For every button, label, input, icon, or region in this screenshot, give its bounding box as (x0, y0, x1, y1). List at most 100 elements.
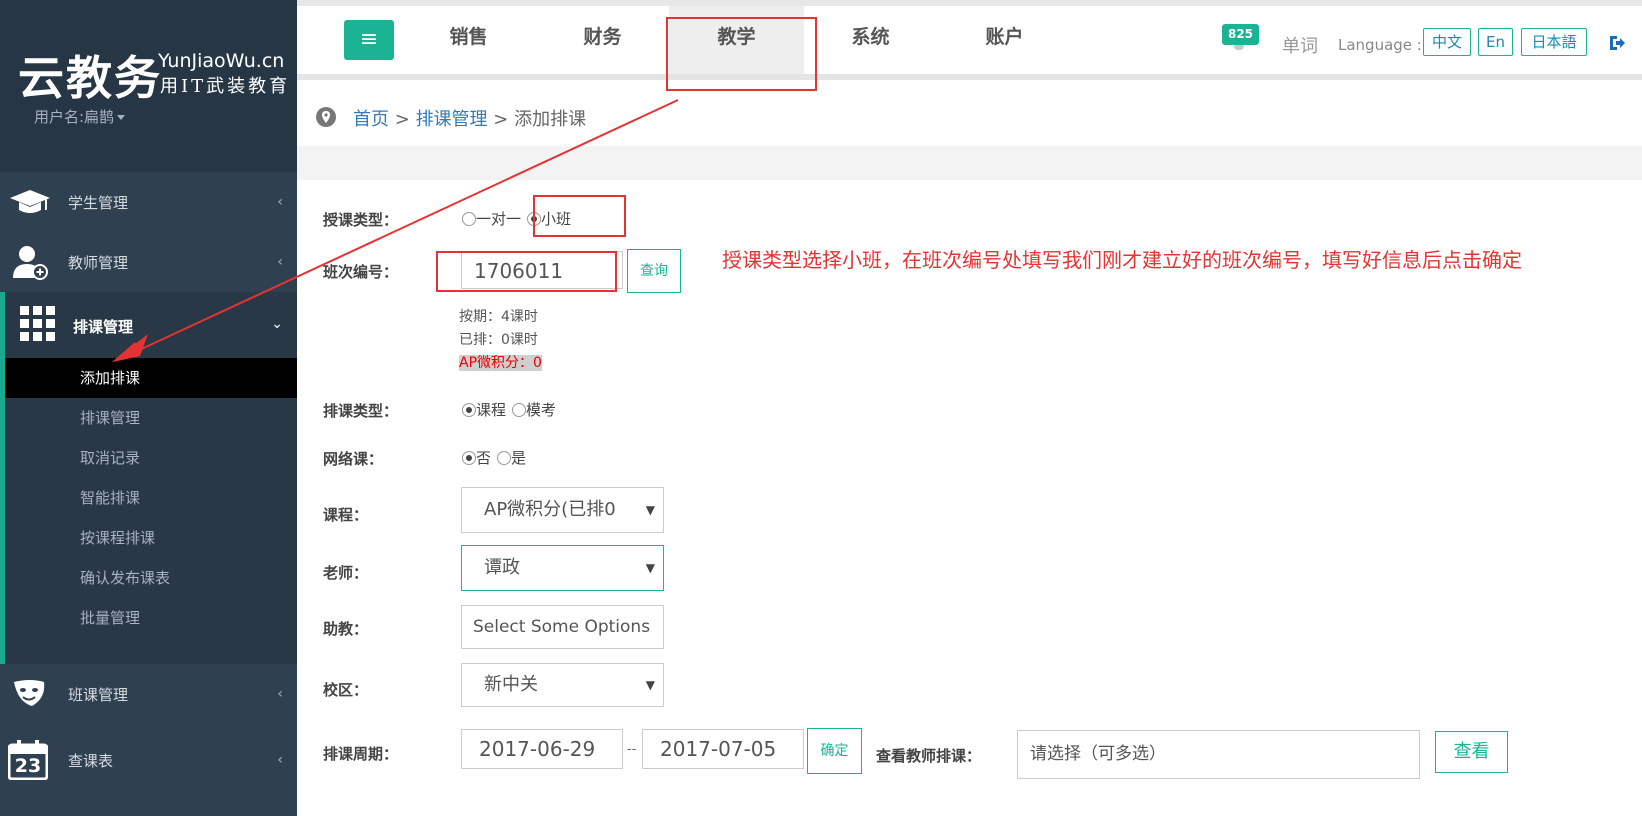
chevron-left-icon: ‹ (277, 254, 283, 270)
assistant-label: 助教： (323, 620, 369, 638)
submenu-add-schedule[interactable]: 添加排课 (5, 358, 297, 398)
view-teacher-multiselect[interactable]: 请选择（可多选） (1017, 730, 1420, 779)
radio-online-no[interactable] (462, 451, 476, 465)
logout-icon[interactable] (1608, 34, 1626, 52)
highlight-box-small-class (533, 195, 626, 237)
radio-mock-exam[interactable] (512, 403, 527, 417)
online-radio-group: 否是 (462, 447, 532, 468)
brand-domain: YunJiaoWu.cn (158, 50, 285, 72)
calendar-day: 23 (14, 755, 42, 777)
breadcrumb-separator: > (493, 109, 509, 130)
period-label: 排课周期： (323, 745, 399, 763)
sidebar-item-label: 教师管理 (68, 254, 129, 272)
view-button[interactable]: 查看 (1435, 731, 1508, 773)
notification-icon[interactable] (1234, 45, 1244, 50)
start-date-input[interactable]: 2017-06-29 (461, 729, 623, 769)
hamburger-icon: ≡ (359, 27, 379, 52)
highlight-box-teaching-tab (666, 17, 817, 91)
brand-slogan: 用IT武装教育 (160, 76, 291, 97)
view-teacher-label: 查看教师排课： (876, 747, 982, 765)
language-label: Language : (1338, 36, 1422, 54)
assistant-multiselect[interactable]: Select Some Options (461, 605, 664, 649)
brand-logo-text: 云教务 (18, 51, 162, 105)
dropdown-arrow-icon: ▼ (645, 503, 655, 517)
breadcrumb-bar: 首页 > 排课管理 > 添加排课 (297, 86, 1642, 146)
breadcrumb-home-link[interactable]: 首页 (353, 109, 389, 130)
notification-badge[interactable]: 825 (1222, 24, 1259, 45)
sidebar-item-label: 排课管理 (73, 318, 134, 336)
sidebar-item-timetable[interactable]: 23 查课表 ‹ (0, 730, 297, 790)
grid-icon (20, 306, 55, 341)
class-no-label: 班次编号： (323, 263, 399, 281)
lang-english-button[interactable]: En (1478, 28, 1513, 56)
breadcrumb-separator: > (394, 109, 410, 130)
online-label: 网络课： (323, 450, 384, 468)
radio-online-yes[interactable] (497, 451, 512, 465)
schedule-type-label: 排课类型： (323, 402, 399, 420)
teach-type-label: 授课类型： (323, 211, 399, 229)
tab-system[interactable]: 系统 (803, 6, 938, 74)
lang-chinese-button[interactable]: 中文 (1423, 28, 1471, 56)
radio-course[interactable] (462, 403, 476, 417)
location-pin-icon (316, 107, 336, 127)
chevron-down-icon: ⌄ (271, 316, 283, 332)
dropdown-arrow-icon: ▼ (645, 678, 655, 692)
tab-finance[interactable]: 财务 (535, 6, 670, 74)
mask-icon (14, 680, 45, 706)
campus-label: 校区： (323, 681, 369, 699)
info-period: 按期：4课时 (459, 309, 538, 325)
highlight-box-class-no (436, 251, 617, 292)
radio-label: 否 (476, 449, 492, 467)
lang-japanese-button[interactable]: 日本語 (1521, 28, 1587, 56)
tutorial-annotation-text: 授课类型选择小班，在班次编号处填写我们刚才建立好的班次编号，填写好信息后点击确定 (722, 248, 1522, 272)
campus-select-value: 新中关 (484, 674, 538, 695)
chevron-left-icon: ‹ (277, 194, 283, 210)
end-date-input[interactable]: 2017-07-05 (642, 729, 804, 769)
submenu-cancel-records[interactable]: 取消记录 (5, 438, 297, 478)
radio-label: 是 (511, 449, 527, 467)
menu-toggle-button[interactable]: ≡ (344, 20, 394, 60)
submenu-confirm-publish[interactable]: 确认发布课表 (5, 558, 297, 598)
radio-label: 模考 (526, 401, 557, 419)
teacher-add-icon (13, 246, 48, 280)
query-button[interactable]: 查询 (627, 249, 681, 293)
username-dropdown[interactable]: 用户名:扁鹊 (34, 106, 126, 127)
submenu-by-course[interactable]: 按课程排课 (5, 518, 297, 558)
info-course-note: AP微积分：0 (459, 352, 542, 372)
calendar-icon: 23 (8, 740, 48, 780)
breadcrumb: 首页 > 排课管理 > 添加排课 (353, 105, 586, 131)
top-navbar: ≡ 销售 财务 教学 系统 账户 825 单词 Language : 中文 En… (297, 0, 1642, 80)
campus-select[interactable]: 新中关 ▼ (461, 663, 664, 707)
tab-sales[interactable]: 销售 (401, 6, 536, 74)
course-select[interactable]: AP微积分(已排0 ▼ (461, 487, 664, 533)
breadcrumb-current: 添加排课 (514, 109, 587, 130)
sidebar-item-classes[interactable]: 班课管理 ‹ (0, 664, 297, 724)
submenu-schedule-manage[interactable]: 排课管理 (5, 398, 297, 438)
tab-account[interactable]: 账户 (937, 6, 1072, 74)
app-root: 云教务 YunJiaoWu.cn 用IT武装教育 用户名:扁鹊 学生管理 ‹ 教… (0, 0, 1642, 816)
submenu-batch-manage[interactable]: 批量管理 (5, 598, 297, 638)
sidebar-item-label: 学生管理 (68, 194, 129, 212)
sidebar-item-teachers[interactable]: 教师管理 ‹ (0, 232, 297, 292)
sidebar-item-label: 查课表 (68, 752, 114, 770)
sidebar-item-students[interactable]: 学生管理 ‹ (0, 172, 297, 232)
submenu-smart-schedule[interactable]: 智能排课 (5, 478, 297, 518)
sidebar-item-scheduling[interactable]: 排课管理 ⌄ (0, 292, 297, 358)
teacher-select[interactable]: 谭政 ▼ (461, 545, 664, 591)
scheduling-submenu: 添加排课 排课管理 取消记录 智能排课 按课程排课 确认发布课表 批量管理 (0, 358, 297, 664)
words-link[interactable]: 单词 (1282, 32, 1318, 58)
confirm-button[interactable]: 确定 (807, 728, 862, 774)
sidebar: 云教务 YunJiaoWu.cn 用IT武装教育 用户名:扁鹊 学生管理 ‹ 教… (0, 0, 297, 816)
chevron-left-icon: ‹ (277, 752, 283, 768)
username-label: 用户名:扁鹊 (34, 108, 115, 126)
sidebar-item-label: 班课管理 (68, 686, 129, 704)
teacher-select-value: 谭政 (484, 557, 520, 578)
radio-label: 课程 (476, 401, 507, 419)
brand-header: 云教务 YunJiaoWu.cn 用IT武装教育 用户名:扁鹊 (0, 0, 297, 172)
date-range-dash: -- (627, 742, 637, 757)
content-divider (297, 146, 1642, 180)
breadcrumb-section-link[interactable]: 排课管理 (416, 109, 488, 130)
course-select-value: AP微积分(已排0 (484, 499, 616, 520)
radio-one-on-one[interactable] (462, 212, 476, 226)
dropdown-arrow-icon: ▼ (645, 561, 655, 575)
